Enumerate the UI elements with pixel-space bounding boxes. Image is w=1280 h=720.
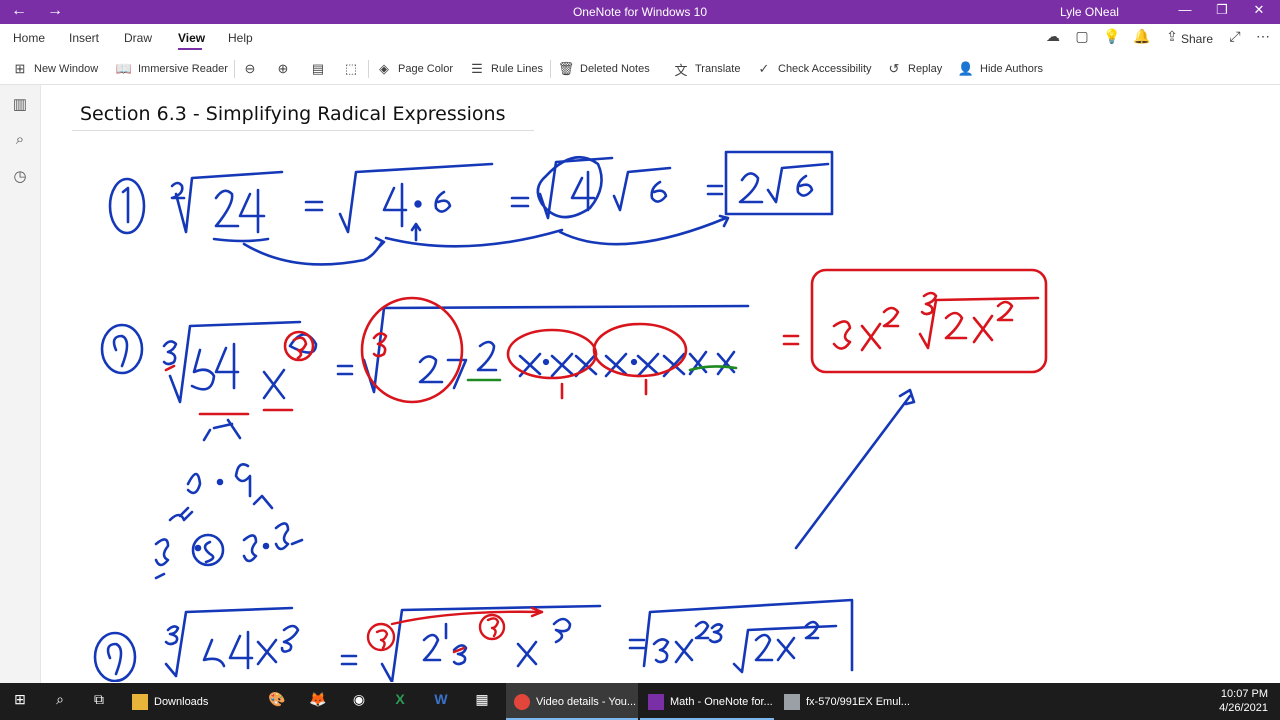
hide-authors-label: Hide Authors bbox=[980, 63, 1043, 75]
ribbon-divider bbox=[550, 60, 551, 78]
maximize-icon[interactable]: ❐ bbox=[1209, 2, 1235, 18]
chrome-label: Video details - You... bbox=[536, 695, 637, 708]
clock-date: 4/26/2021 bbox=[1219, 702, 1268, 714]
taskbar-downloads[interactable]: Downloads bbox=[124, 683, 250, 720]
zoom-in-button[interactable]: ⊕ bbox=[275, 60, 297, 78]
user-name[interactable]: Lyle ONeal bbox=[1060, 5, 1119, 19]
discord-icon[interactable]: ◉ bbox=[348, 691, 370, 711]
zoom-out-icon: ⊖ bbox=[244, 61, 256, 76]
page-color-icon: ◈ bbox=[379, 61, 389, 76]
word-icon[interactable]: W bbox=[430, 691, 452, 711]
page-color-button[interactable]: ◈ Page Color bbox=[376, 60, 453, 78]
search-icon[interactable]: ⌕ bbox=[49, 691, 71, 711]
rule-lines-label: Rule Lines bbox=[491, 63, 543, 75]
lightbulb-icon[interactable]: 💡 bbox=[1101, 28, 1123, 45]
calculator-emulator-icon bbox=[784, 693, 800, 710]
page-width-button[interactable]: ⬚ bbox=[343, 60, 365, 78]
ribbon-divider bbox=[368, 60, 369, 78]
immersive-reader-button[interactable]: 📖 Immersive Reader bbox=[116, 60, 228, 78]
zoom-out-button[interactable]: ⊖ bbox=[242, 60, 264, 78]
system-clock[interactable]: 10:07 PM 4/26/2021 bbox=[1219, 687, 1268, 715]
more-icon[interactable]: ⋯ bbox=[1252, 28, 1274, 45]
zoom-in-icon: ⊕ bbox=[277, 61, 289, 76]
immersive-reader-icon: 📖 bbox=[115, 61, 133, 76]
folder-icon bbox=[132, 693, 148, 710]
page-color-label: Page Color bbox=[398, 63, 454, 75]
new-window-label: New Window bbox=[34, 63, 99, 75]
check-accessibility-label: Check Accessibility bbox=[778, 63, 872, 75]
hide-authors-button[interactable]: 👤 Hide Authors bbox=[958, 60, 1043, 78]
title-bar: ← → OneNote for Windows 10 Lyle ONeal — … bbox=[0, 0, 1280, 24]
notebooks-icon[interactable]: ▥ bbox=[10, 95, 30, 113]
taskbar-chrome[interactable]: Video details - You... bbox=[506, 683, 638, 720]
close-icon[interactable]: ✕ bbox=[1246, 2, 1272, 18]
translate-button[interactable]: 文 Translate bbox=[673, 60, 740, 78]
excel-icon[interactable]: X bbox=[389, 691, 411, 711]
zoom-100-icon: ▤ bbox=[311, 61, 325, 76]
zoom-100-button[interactable]: ▤ bbox=[310, 60, 332, 78]
taskbar-emulator[interactable]: fx-570/991EX Emul... bbox=[776, 683, 910, 720]
replay-icon: ↺ bbox=[888, 61, 900, 76]
onenote-label: Math - OneNote for... bbox=[670, 695, 773, 708]
tab-view[interactable]: View bbox=[178, 31, 205, 45]
search-icon[interactable]: ⌕ bbox=[10, 131, 30, 148]
paint-icon[interactable]: 🎨 bbox=[266, 691, 288, 711]
new-window-button[interactable]: ⊞ New Window bbox=[12, 60, 99, 78]
windows-start-icon[interactable]: ⊞ bbox=[9, 691, 31, 711]
replay-label: Replay bbox=[908, 63, 943, 75]
tab-help[interactable]: Help bbox=[228, 31, 253, 45]
calculator-icon[interactable]: ▦ bbox=[471, 691, 493, 711]
downloads-label: Downloads bbox=[154, 695, 209, 708]
check-accessibility-button[interactable]: ✓ Check Accessibility bbox=[756, 60, 872, 78]
deleted-notes-button[interactable]: 🗑 Deleted Notes bbox=[558, 60, 650, 78]
page-width-icon: ⬚ bbox=[344, 61, 358, 76]
task-view-icon[interactable]: ⧉ bbox=[88, 691, 110, 711]
replay-button[interactable]: ↺ Replay bbox=[886, 60, 943, 78]
sync-icon[interactable]: ☁ bbox=[1042, 28, 1064, 45]
share-icon[interactable]: ⇪ bbox=[1161, 28, 1183, 45]
minimize-icon[interactable]: — bbox=[1172, 2, 1198, 17]
ink-canvas[interactable] bbox=[40, 84, 1280, 682]
firefox-icon[interactable]: 🦊 bbox=[307, 691, 329, 711]
emulator-label: fx-570/991EX Emul... bbox=[806, 695, 910, 708]
tab-home[interactable]: Home bbox=[13, 31, 45, 45]
notes-icon[interactable]: ▢ bbox=[1071, 28, 1093, 45]
bell-icon[interactable]: 🔔 bbox=[1131, 28, 1153, 45]
expand-icon[interactable]: ⤢ bbox=[1224, 28, 1246, 45]
onenote-icon bbox=[648, 693, 664, 710]
translate-icon: 文 bbox=[674, 62, 688, 78]
active-tab-indicator bbox=[178, 48, 202, 50]
view-ribbon: ⊞ New Window 📖 Immersive Reader ⊖ ⊕ ▤ ⬚ ◈ P… bbox=[0, 52, 1280, 85]
immersive-reader-label: Immersive Reader bbox=[138, 63, 228, 75]
trash-icon: 🗑 bbox=[557, 61, 575, 76]
tab-insert[interactable]: Insert bbox=[69, 31, 99, 45]
translate-label: Translate bbox=[695, 63, 741, 75]
rule-lines-button[interactable]: ☰ Rule Lines bbox=[469, 60, 543, 78]
tab-draw[interactable]: Draw bbox=[124, 31, 152, 45]
taskbar-onenote[interactable]: Math - OneNote for... bbox=[640, 683, 774, 720]
hide-authors-icon: 👤 bbox=[957, 61, 975, 76]
taskbar: ⊞ ⌕ ⧉ Downloads 🎨 🦊 ◉ X W ▦ Video detail… bbox=[0, 683, 1280, 720]
chrome-icon bbox=[514, 693, 530, 710]
rule-lines-icon: ☰ bbox=[471, 61, 483, 76]
clock-time: 10:07 PM bbox=[1220, 688, 1268, 700]
share-button[interactable]: Share bbox=[1181, 32, 1213, 46]
new-window-icon: ⊞ bbox=[14, 61, 26, 76]
recent-icon[interactable]: ◷ bbox=[10, 167, 30, 185]
deleted-notes-label: Deleted Notes bbox=[580, 63, 650, 75]
accessibility-icon: ✓ bbox=[758, 61, 770, 76]
left-rail: ▥ ⌕ ◷ bbox=[0, 85, 41, 683]
ribbon-divider bbox=[234, 60, 235, 78]
